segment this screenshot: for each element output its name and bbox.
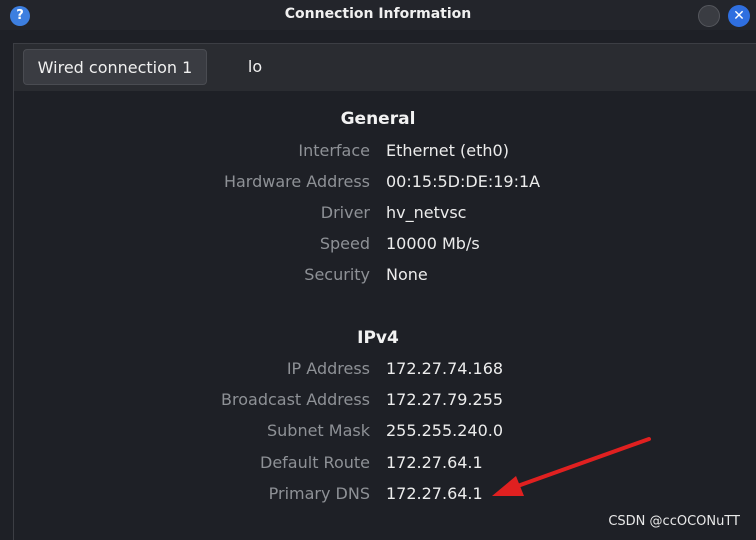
arrow-shaft — [510, 437, 651, 490]
watermark: CSDN @ccOCONuTT — [608, 514, 740, 529]
arrow-head — [492, 476, 524, 496]
red-arrow-annotation — [492, 437, 651, 496]
